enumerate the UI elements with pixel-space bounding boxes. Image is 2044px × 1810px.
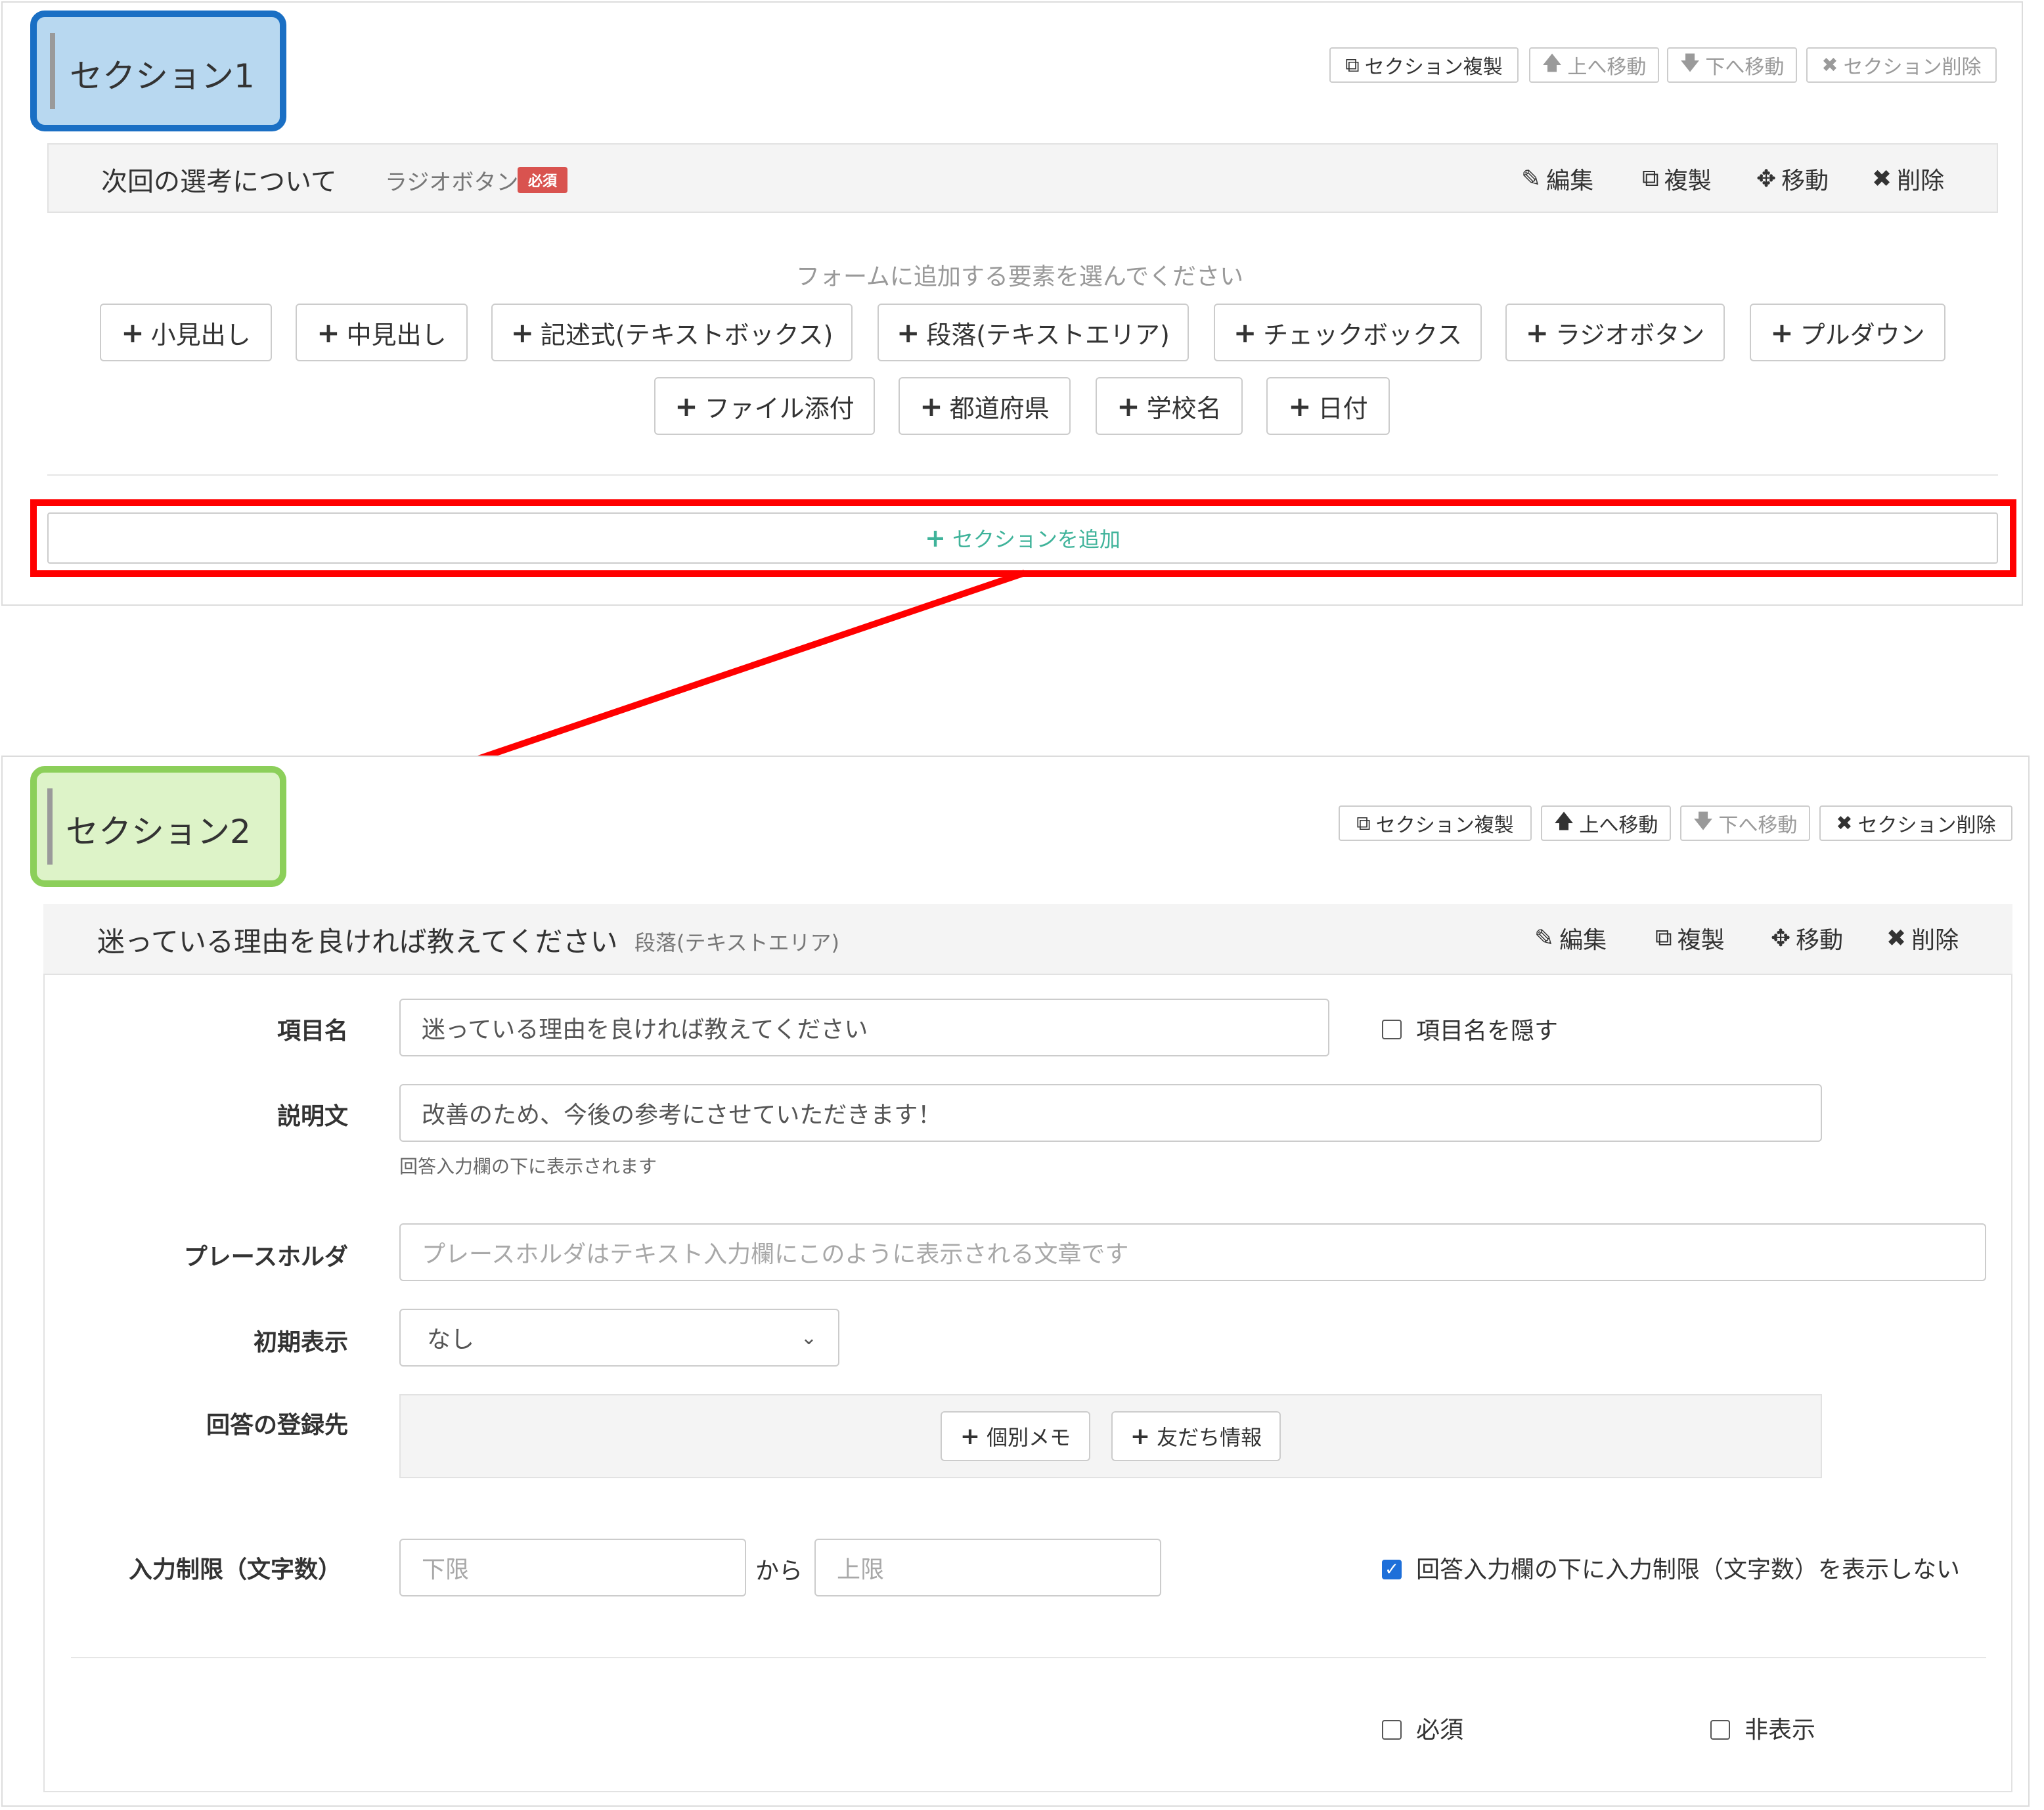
- individual-memo-button[interactable]: + 個別メモ: [941, 1411, 1090, 1461]
- duplicate-button[interactable]: ⧉ 複製: [1655, 921, 1725, 955]
- copy-icon: ⧉: [1356, 811, 1371, 835]
- initial-display-select[interactable]: なし ⌄: [399, 1309, 839, 1367]
- delete-button[interactable]: ✖ 削除: [1886, 921, 1959, 955]
- description-input[interactable]: 改善のため、今後の参考にさせていただきます！: [399, 1084, 1822, 1142]
- limit-separator: から: [755, 1558, 803, 1585]
- divider: [71, 1657, 1986, 1658]
- move-icon: ✥: [1771, 924, 1791, 952]
- description-label: 説明文: [277, 1103, 348, 1130]
- item-name-label: 項目名: [277, 1018, 348, 1045]
- placeholder-label: プレースホルダ: [183, 1244, 348, 1271]
- item-type: 段落(テキストエリア): [634, 930, 840, 955]
- pencil-icon: ✎: [1534, 924, 1555, 952]
- chevron-down-icon: ⌄: [800, 1326, 817, 1349]
- section-2-title-badge: セクション2: [30, 766, 286, 887]
- hidden-label: 非表示: [1744, 1717, 1816, 1744]
- section-2-title: セクション2: [66, 813, 251, 851]
- arrow-down-icon: 🡇: [1693, 809, 1714, 833]
- move-down-button[interactable]: 🡇 下へ移動: [1680, 805, 1810, 841]
- copy-icon: ⧉: [1655, 924, 1672, 951]
- arrow-up-icon: 🡅: [1553, 809, 1574, 833]
- hidden-checkbox[interactable]: [1710, 1720, 1730, 1740]
- initial-display-label: 初期表示: [253, 1329, 348, 1356]
- section-delete-button[interactable]: ✖ セクション削除: [1819, 805, 2012, 841]
- move-button[interactable]: ✥ 移動: [1771, 921, 1843, 955]
- friend-info-button[interactable]: + 友だち情報: [1111, 1411, 1281, 1461]
- close-icon: ✖: [1836, 811, 1853, 835]
- edit-button[interactable]: ✎ 編集: [1534, 921, 1607, 955]
- hide-name-label: 項目名を隠す: [1416, 1018, 1559, 1045]
- hide-limit-label: 回答入力欄の下に入力制限（文字数）を表示しない: [1416, 1556, 1961, 1583]
- close-icon: ✖: [1886, 924, 1907, 952]
- input-limit-label: 入力制限（文字数）: [128, 1556, 342, 1583]
- move-up-button[interactable]: 🡅 上へ移動: [1541, 805, 1671, 841]
- answer-destination-label: 回答の登録先: [206, 1412, 348, 1439]
- description-help-text: 回答入力欄の下に表示されます: [399, 1156, 657, 1177]
- plus-icon: +: [1130, 1422, 1151, 1450]
- initial-display-value: なし: [427, 1326, 475, 1353]
- placeholder-input[interactable]: プレースホルダはテキスト入力欄にこのように表示される文章です: [399, 1223, 1986, 1281]
- required-label: 必須: [1416, 1717, 1464, 1744]
- section-copy-button[interactable]: ⧉ セクション複製: [1339, 805, 1532, 841]
- answer-destination-box: [399, 1394, 1822, 1478]
- limit-max-input[interactable]: 上限: [814, 1539, 1161, 1596]
- section-bar-accent: [47, 788, 53, 865]
- hide-limit-checkbox[interactable]: ✓: [1382, 1560, 1402, 1579]
- limit-min-input[interactable]: 下限: [399, 1539, 746, 1596]
- item-name-input[interactable]: 迷っている理由を良ければ教えてください: [399, 999, 1329, 1056]
- plus-icon: +: [960, 1422, 981, 1450]
- item-title: 迷っている理由を良ければ教えてください: [97, 926, 618, 958]
- required-checkbox[interactable]: [1382, 1720, 1402, 1740]
- hide-name-checkbox[interactable]: [1382, 1020, 1402, 1039]
